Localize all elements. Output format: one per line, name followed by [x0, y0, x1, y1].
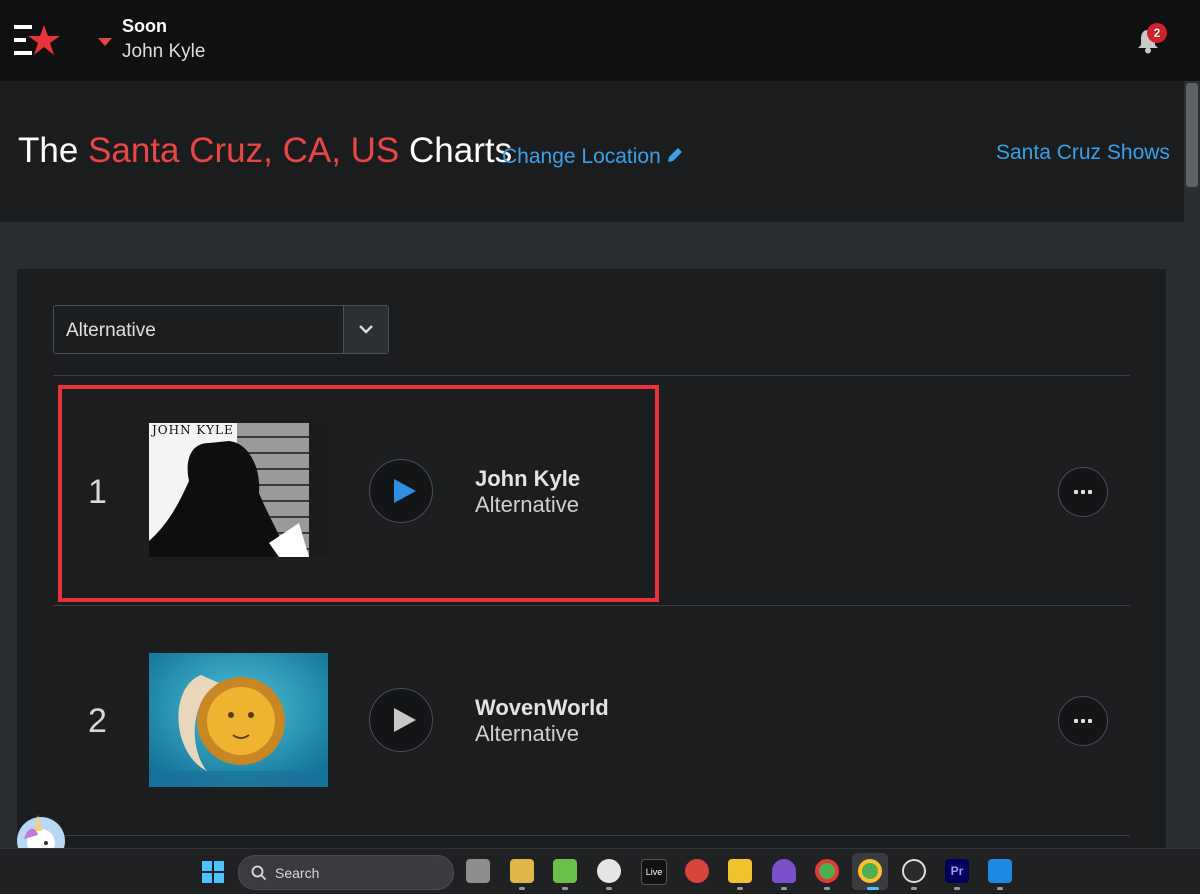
- player-expand-icon[interactable]: [98, 38, 112, 46]
- play-icon: [394, 708, 416, 732]
- search-label: Search: [275, 865, 320, 881]
- running-indicator: [997, 887, 1003, 890]
- player-status: Soon: [122, 16, 167, 36]
- chart-rank: 2: [88, 702, 107, 740]
- album-cover-art: [149, 653, 328, 787]
- artist-genre: Alternative: [475, 721, 579, 746]
- taskbar-search[interactable]: Search: [238, 855, 454, 890]
- change-location-label: Change Location: [502, 145, 661, 168]
- premiere-icon[interactable]: Pr: [945, 859, 969, 883]
- row-divider: [53, 835, 1130, 836]
- change-location-link[interactable]: Change Location: [502, 145, 685, 169]
- genre-select-value: Alternative: [66, 320, 156, 341]
- active-indicator: [867, 887, 879, 890]
- top-bar: Soon John Kyle 2: [0, 0, 1200, 81]
- title-suffix: Charts: [409, 131, 513, 170]
- chrome-profile-icon[interactable]: [858, 859, 882, 883]
- title-location: Santa Cruz, CA, US: [88, 131, 400, 170]
- app-logo-icon[interactable]: [14, 22, 62, 60]
- more-options-button[interactable]: [1058, 696, 1108, 746]
- live-app-icon[interactable]: Live: [641, 859, 667, 885]
- running-indicator: [737, 887, 743, 890]
- album-cover-wovenworld[interactable]: [149, 653, 328, 787]
- title-prefix: The: [18, 131, 79, 170]
- more-options-button[interactable]: [1058, 467, 1108, 517]
- running-indicator: [606, 887, 612, 890]
- play-button[interactable]: [369, 688, 433, 752]
- artist-name[interactable]: WovenWorld: [475, 695, 609, 721]
- genre-select-toggle[interactable]: [343, 306, 388, 353]
- santa-cruz-shows-link[interactable]: Santa Cruz Shows: [996, 141, 1170, 165]
- player-artist[interactable]: John Kyle: [122, 41, 205, 63]
- running-indicator: [562, 887, 568, 890]
- scrollbar[interactable]: [1184, 81, 1200, 848]
- running-indicator: [519, 887, 525, 890]
- vscode-icon[interactable]: [988, 859, 1012, 883]
- highlight-box: [58, 385, 659, 602]
- crystal-app-icon[interactable]: [772, 859, 796, 883]
- page-header: The Santa Cruz, CA, US Charts Change Loc…: [0, 81, 1184, 222]
- notepad-icon[interactable]: [553, 859, 577, 883]
- chrome-icon[interactable]: [815, 859, 839, 883]
- pencil-icon: [667, 148, 682, 162]
- running-indicator: [824, 887, 830, 890]
- genre-select[interactable]: Alternative: [53, 305, 389, 354]
- file-search-icon[interactable]: [510, 859, 534, 883]
- obs-icon[interactable]: [902, 859, 926, 883]
- row-divider: [53, 375, 1130, 376]
- scrollbar-thumb[interactable]: [1186, 83, 1198, 187]
- taskbar: Search Live Pr: [0, 848, 1200, 894]
- notification-badge: 2: [1147, 23, 1167, 43]
- file-explorer-icon[interactable]: [728, 859, 752, 883]
- pinned-app-icon[interactable]: [685, 859, 709, 883]
- row-divider: [53, 605, 1130, 606]
- media-app-icon[interactable]: [597, 859, 621, 883]
- running-indicator: [781, 887, 787, 890]
- task-view-icon[interactable]: [466, 859, 490, 883]
- page-title: The Santa Cruz, CA, US Charts: [18, 131, 512, 171]
- chevron-down-icon: [359, 325, 373, 334]
- running-indicator: [911, 887, 917, 890]
- search-icon: [251, 865, 267, 881]
- windows-start-icon[interactable]: [202, 861, 224, 883]
- running-indicator: [954, 887, 960, 890]
